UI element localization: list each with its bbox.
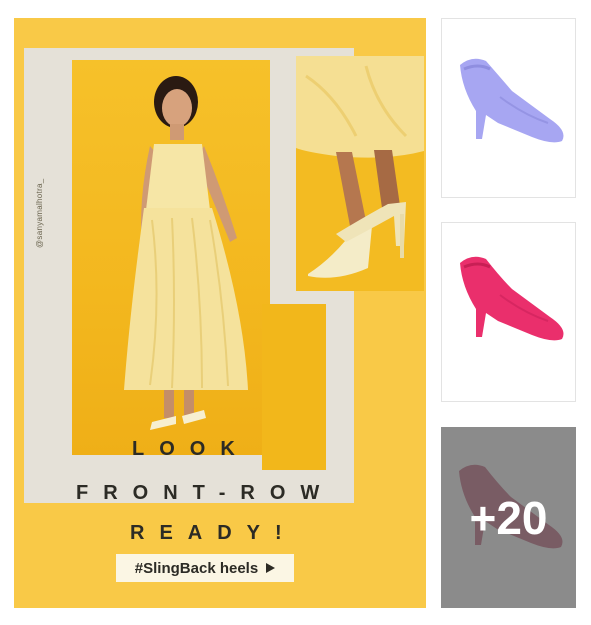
more-items-overlay[interactable]: +20 bbox=[441, 427, 576, 608]
hashtag-tag[interactable]: #SlingBack heels bbox=[116, 554, 294, 582]
lavender-heel-icon bbox=[460, 58, 564, 143]
featured-post-card[interactable]: @sanyamalhotra_ LOOK FRONT-ROW READY! #S… bbox=[14, 18, 426, 608]
headline-line-3: READY! bbox=[130, 522, 297, 544]
shoe-closeup-photo bbox=[296, 56, 424, 291]
headline-line-2: FRONT-ROW bbox=[76, 482, 335, 504]
headline-line-1: LOOK bbox=[132, 438, 250, 460]
product-thumbnail-lavender-heel[interactable] bbox=[441, 18, 576, 198]
product-thumbnail-pink-heel[interactable] bbox=[441, 222, 576, 402]
product-thumbnail-burgundy-heel[interactable]: +20 bbox=[441, 427, 576, 608]
pink-heel-icon bbox=[460, 256, 564, 341]
hashtag-label: #SlingBack heels bbox=[134, 559, 259, 577]
model-photo bbox=[72, 60, 270, 455]
play-icon bbox=[266, 563, 276, 573]
photo-credit: @sanyamalhotra_ bbox=[35, 178, 44, 248]
